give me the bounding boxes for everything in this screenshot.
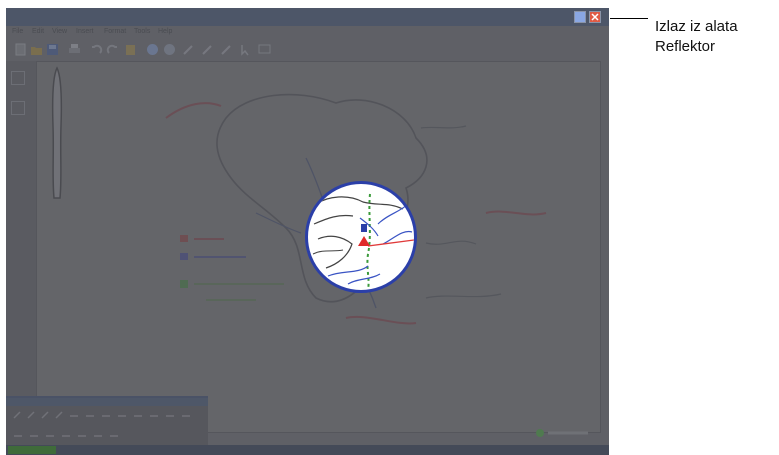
taskbar: [6, 445, 609, 455]
callout-line-1: Izlaz iz alata: [655, 18, 738, 35]
page-indicator[interactable]: [534, 428, 594, 438]
callout-label: Izlaz iz alata Reflektor: [655, 17, 738, 57]
palette-handle[interactable]: [6, 398, 208, 406]
start-button[interactable]: [8, 446, 56, 454]
spotlight-content: [312, 193, 414, 290]
callout-pointer: [610, 18, 648, 19]
callout-line-2: Reflektor: [655, 38, 716, 55]
application-window: File Edit View Insert Format Tools Help: [6, 8, 609, 455]
spotlight-lens[interactable]: [305, 181, 417, 293]
floating-tools-palette[interactable]: [6, 396, 208, 448]
palette-tools: [13, 411, 190, 437]
